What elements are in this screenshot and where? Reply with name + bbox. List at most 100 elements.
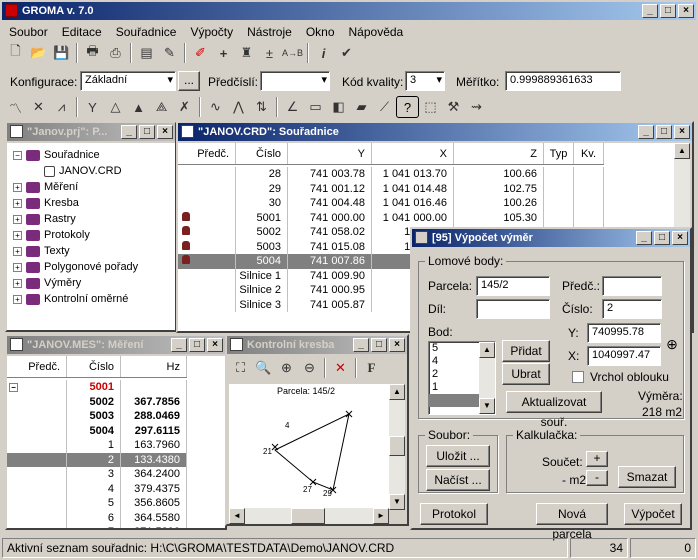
menu-item[interactable]: Nápověda [340,22,409,40]
vypocet-button[interactable]: Výpočet [624,503,682,525]
list-item[interactable]: 1 [429,381,479,394]
list-item[interactable] [429,394,479,407]
angle-icon[interactable]: ∠ [281,96,304,118]
expand-icon[interactable]: + [13,182,22,192]
zoom-in-icon[interactable]: ⊕ [275,357,298,379]
expand-icon[interactable]: + [13,294,22,304]
check-icon[interactable]: ✔ [335,42,358,64]
zigzag-icon[interactable]: ∿ [204,96,227,118]
nova-parcela-button[interactable]: Nová parcela [536,503,608,541]
close-button[interactable]: × [674,125,690,139]
tree-item[interactable]: + Měření [13,179,175,195]
column-header[interactable]: Kv. [574,143,604,164]
predc-input[interactable] [602,276,662,296]
tree-item[interactable]: + Rastry [13,211,175,227]
tree-item[interactable]: + Kresba [13,195,175,211]
maximize-button[interactable]: □ [189,338,205,352]
table-row[interactable]: 6 364.5580 [7,510,187,525]
minus-button[interactable]: - [586,470,608,486]
menu-item[interactable]: Výpočty [181,22,238,40]
list-item[interactable]: 4 [429,355,479,368]
kresba-vscroll[interactable]: ▲ ▼ [389,384,405,510]
tools-icon[interactable]: ⚒ [442,96,465,118]
table-row[interactable]: 30 741 004.48 1 041 016.46 100.26 [178,196,604,211]
smazat-button[interactable]: Smazat [618,466,676,488]
table-row[interactable]: 5001 741 000.00 1 041 000.00 105.30 [178,210,604,225]
expand-icon[interactable]: − [13,150,22,160]
maximize-button[interactable]: □ [660,4,676,18]
expand-icon[interactable]: + [13,214,22,224]
table-row[interactable]: 28 741 003.78 1 041 013.70 100.66 [178,167,604,182]
table-row[interactable]: 4 379.4375 [7,481,187,496]
menu-item[interactable]: Soubor [0,22,53,40]
pencil-icon[interactable]: ✐ [189,42,212,64]
tree-item[interactable]: + Polygonové pořady [13,259,175,275]
column-header[interactable]: Předč. [178,143,236,164]
column-header[interactable]: Číslo [236,143,288,164]
maximize-button[interactable]: □ [139,125,155,139]
plus-minus-icon[interactable]: ± [258,42,281,64]
dil-input[interactable] [476,299,550,319]
triangle-points-icon[interactable]: ▲ [127,96,150,118]
list-item[interactable]: 5 [429,342,479,355]
open-folder-icon[interactable]: 📂 [27,42,50,64]
plus-button[interactable]: + [586,451,608,467]
table-row[interactable]: 5002 367.7856 [7,394,187,409]
protokol-button[interactable]: Protokol [420,503,488,525]
stamp-icon[interactable]: ▰ [350,96,373,118]
polyline-icon[interactable]: ⩘ [50,96,73,118]
column-header[interactable]: Předč. [7,356,67,377]
minimize-button[interactable]: _ [171,338,187,352]
column-header[interactable]: Typ [544,143,574,164]
menu-item[interactable]: Okno [297,22,340,40]
expand-icon[interactable]: + [13,198,22,208]
column-header[interactable]: Z [454,143,544,164]
print-icon[interactable]: 🖶 [81,42,104,64]
expand-icon[interactable]: + [13,262,22,272]
expand-icon[interactable]: + [13,278,22,288]
table-row[interactable]: 5003 288.0469 [7,409,187,424]
x-input[interactable]: 1040997.47 [587,346,661,366]
maximize-button[interactable]: □ [656,125,672,139]
zoom-fit-icon[interactable]: ⛶ [229,357,252,379]
edit-document-icon[interactable]: ✎ [158,42,181,64]
help-icon[interactable]: ? [396,96,419,118]
pridat-button[interactable]: Přidat [502,340,550,362]
rectangle-icon[interactable]: ▭ [304,96,327,118]
font-icon[interactable]: F [360,357,383,379]
list-item[interactable]: 2 [429,368,479,381]
close-button[interactable]: × [678,4,694,18]
vrchol-checkbox[interactable] [572,371,584,383]
minimize-button[interactable]: _ [121,125,137,139]
info-icon[interactable]: i [312,42,335,64]
table-row[interactable]: 7371.5290 [7,525,187,528]
close-button[interactable]: × [207,338,223,352]
bod-listbox[interactable]: 5421 ▲ ▼ [428,341,496,415]
new-file-icon[interactable]: 🗋 [4,42,27,64]
minimize-button[interactable]: _ [638,125,654,139]
collapse-icon[interactable]: − [9,383,18,392]
minimize-button[interactable]: _ [642,4,658,18]
nacist-button[interactable]: Načíst ... [426,469,490,491]
pick-point-icon[interactable]: ⊕ [664,325,680,363]
arrows-icon[interactable]: ⇅ [250,96,273,118]
triangle-icon[interactable]: △ [104,96,127,118]
column-header[interactable]: X [372,143,454,164]
project-tree[interactable]: − Souřadnice JANOV.CRD + Měření + Kresba + Rastr… [7,143,175,330]
meritko-input[interactable]: 0.999889361633 [505,71,621,91]
slope-icon[interactable]: ⟋ [373,96,396,118]
table-row[interactable]: 5004 297.6115 [7,423,187,438]
table-row[interactable]: 5 356.8605 [7,496,187,511]
table-row[interactable]: 3 364.2400 [7,467,187,482]
table-row[interactable]: 1 163.7960 [7,438,187,453]
y-input[interactable]: 740995.78 [587,323,661,343]
peaks-icon[interactable]: ⋀ [227,96,250,118]
kod-kvality-select[interactable]: 3 ▾ [405,71,445,91]
minimize-button[interactable]: _ [353,338,369,352]
konfigurace-select[interactable]: Základní ▾ [80,71,176,91]
delete-icon[interactable]: ✕ [329,357,352,379]
tree-item[interactable]: JANOV.CRD [13,163,175,179]
menu-item[interactable]: Souřadnice [107,22,182,40]
expand-icon[interactable]: + [13,246,22,256]
maximize-button[interactable]: □ [654,231,670,245]
